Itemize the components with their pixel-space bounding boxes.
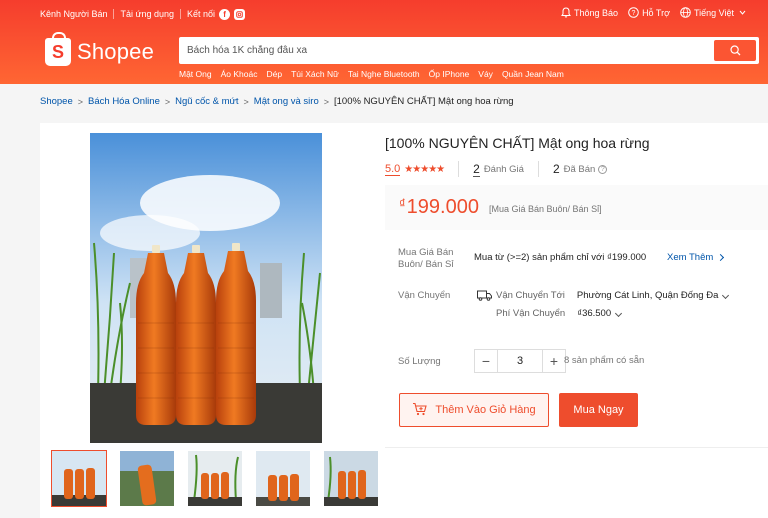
sold-count: 2 bbox=[552, 162, 560, 176]
chevron-right-icon: > bbox=[164, 96, 171, 107]
decrease-button[interactable]: − bbox=[474, 349, 498, 373]
chevron-right-icon bbox=[717, 253, 725, 262]
divider bbox=[537, 161, 539, 177]
see-more-link[interactable]: Xem Thêm bbox=[667, 252, 725, 263]
shipping-label: Vận Chuyển bbox=[398, 290, 451, 301]
add-to-cart-label: Thêm Vào Giỏ Hàng bbox=[435, 404, 536, 416]
stock-info: 8 sản phẩm có sẵn bbox=[564, 355, 645, 366]
truck-icon bbox=[477, 290, 492, 301]
shopping-bag-icon: S bbox=[45, 32, 71, 66]
breadcrumb-link[interactable]: Mật ong và siro bbox=[254, 96, 319, 107]
question-circle-icon: ? bbox=[628, 7, 639, 18]
reviews-count[interactable]: 2 bbox=[473, 162, 480, 177]
rating-value[interactable]: 5.0 bbox=[385, 163, 401, 176]
connect-label: Kết nối bbox=[187, 9, 216, 19]
product-title: [100% NGUYÊN CHẤT] Mật ong hoa rừng bbox=[385, 135, 650, 151]
ship-fee-row: Phí Vận Chuyển ₫36.500 bbox=[496, 308, 623, 319]
thumbnail-image[interactable] bbox=[51, 450, 107, 507]
sold-label: Đã Bán bbox=[563, 163, 596, 175]
suggestion-link[interactable]: Mật Ong bbox=[179, 69, 212, 79]
suggestion-link[interactable]: Dép bbox=[266, 69, 282, 79]
topbar: Kênh Người Bán Tải ứng dụng Kết nối f Th… bbox=[40, 7, 758, 21]
cart-plus-icon bbox=[412, 402, 428, 419]
suggestion-link[interactable]: Quần Jean Nam bbox=[502, 69, 564, 79]
thumbnail-image[interactable] bbox=[187, 450, 243, 507]
ship-to-value: Phường Cát Linh, Quận Đống Đa bbox=[576, 290, 719, 301]
search-button[interactable] bbox=[714, 40, 756, 61]
logo-text: Shopee bbox=[77, 39, 155, 64]
chevron-down-icon bbox=[722, 291, 730, 300]
product-price: ₫199.000 bbox=[399, 196, 479, 219]
ship-fee-value: ₫36.500 bbox=[577, 308, 612, 319]
price-value: 199.000 bbox=[406, 196, 479, 218]
thumbnail-image[interactable] bbox=[119, 450, 175, 507]
ship-to-row: Vận Chuyển Tới Phường Cát Linh, Quận Đốn… bbox=[477, 290, 730, 301]
header: Kênh Người Bán Tải ứng dụng Kết nối f Th… bbox=[0, 0, 768, 84]
search-input[interactable] bbox=[187, 42, 707, 59]
svg-text:?: ? bbox=[632, 10, 636, 17]
divider bbox=[113, 9, 115, 19]
divider bbox=[385, 447, 768, 448]
ship-to-label: Vận Chuyển Tới bbox=[496, 290, 565, 301]
product-card: [100% NGUYÊN CHẤT] Mật ong hoa rừng 5.0 … bbox=[40, 123, 768, 518]
breadcrumb-current: [100% NGUYÊN CHẤT] Mật ong hoa rừng bbox=[334, 96, 514, 107]
chevron-right-icon: > bbox=[323, 96, 329, 107]
see-more-label: Xem Thêm bbox=[667, 252, 714, 263]
chevron-right-icon: > bbox=[243, 96, 249, 107]
breadcrumb-link[interactable]: Shopee bbox=[40, 96, 73, 107]
quantity-input[interactable]: 3 bbox=[498, 349, 542, 373]
suggestion-link[interactable]: Ốp IPhone bbox=[429, 69, 470, 79]
search-bar bbox=[179, 37, 759, 64]
price-section: ₫199.000 [Mua Giá Bán Buôn/ Bán Sỉ] bbox=[385, 185, 768, 230]
quantity-stepper: − 3 + bbox=[474, 349, 566, 373]
chevron-down-icon bbox=[737, 7, 748, 18]
buy-now-button[interactable]: Mua Ngay bbox=[559, 393, 638, 427]
suggestion-link[interactable]: Tai Nghe Bluetooth bbox=[348, 69, 420, 79]
divider bbox=[458, 161, 460, 177]
wholesale-label: Mua Giá Bán Buôn/ Bán Sỉ bbox=[398, 247, 454, 270]
language-selector[interactable]: Tiếng Việt bbox=[680, 7, 748, 18]
globe-icon bbox=[680, 7, 691, 18]
breadcrumb-link[interactable]: Bách Hóa Online bbox=[88, 96, 160, 107]
language-label: Tiếng Việt bbox=[693, 7, 734, 18]
shopee-logo[interactable]: S Shopee bbox=[45, 32, 155, 66]
breadcrumb: Shopee > Bách Hóa Online > Ngũ cốc & mứt… bbox=[40, 96, 514, 107]
suggestion-link[interactable]: Áo Khoác bbox=[221, 69, 258, 79]
notifications-link[interactable]: Thông Báo bbox=[560, 7, 618, 18]
breadcrumb-link[interactable]: Ngũ cốc & mứt bbox=[175, 96, 238, 107]
help-label: Hỗ Trợ bbox=[642, 7, 670, 18]
wholesale-price-note: [Mua Giá Bán Buôn/ Bán Sỉ] bbox=[489, 204, 602, 214]
star-rating-icon: ★★★★★ bbox=[404, 163, 445, 175]
search-icon bbox=[729, 45, 740, 56]
instagram-icon[interactable] bbox=[234, 8, 246, 20]
download-app-link[interactable]: Tải ứng dụng bbox=[120, 9, 174, 19]
ship-fee-label: Phí Vận Chuyển bbox=[496, 308, 566, 319]
chevron-right-icon: > bbox=[77, 96, 84, 107]
product-main-image[interactable] bbox=[90, 133, 322, 443]
quantity-label: Số Lượng bbox=[398, 356, 441, 367]
increase-button[interactable]: + bbox=[542, 349, 566, 373]
notifications-label: Thông Báo bbox=[574, 7, 619, 18]
chevron-down-icon bbox=[615, 309, 623, 318]
help-link[interactable]: ? Hỗ Trợ bbox=[628, 7, 670, 18]
wholesale-offer: Mua từ (>=2) sản phẩm chỉ với ₫199.000 bbox=[474, 252, 647, 263]
topbar-right: Thông Báo ? Hỗ Trợ Tiếng Việt bbox=[560, 7, 748, 18]
ship-fee-selector[interactable]: ₫36.500 bbox=[577, 308, 623, 319]
ship-to-selector[interactable]: Phường Cát Linh, Quận Đống Đa bbox=[576, 290, 730, 301]
add-to-cart-button[interactable]: Thêm Vào Giỏ Hàng bbox=[399, 393, 549, 427]
search-suggestions: Mật Ong Áo Khoác Dép Túi Xách Nữ Tai Ngh… bbox=[179, 69, 564, 79]
currency-symbol: ₫ bbox=[399, 196, 406, 211]
thumbnail-image[interactable] bbox=[255, 450, 311, 507]
seller-center-link[interactable]: Kênh Người Bán bbox=[40, 9, 107, 19]
question-circle-icon[interactable]: ? bbox=[598, 164, 608, 174]
product-stats: 5.0 ★★★★★ 2 Đánh Giá 2 Đã Bán ? bbox=[385, 161, 608, 177]
divider bbox=[180, 9, 182, 19]
suggestion-link[interactable]: Túi Xách Nữ bbox=[291, 69, 339, 79]
reviews-label: Đánh Giá bbox=[483, 163, 524, 175]
suggestion-link[interactable]: Váy bbox=[478, 69, 493, 79]
bell-icon bbox=[560, 7, 571, 18]
thumbnail-image[interactable] bbox=[323, 450, 379, 507]
facebook-icon[interactable]: f bbox=[219, 8, 231, 20]
thumbnail-strip bbox=[51, 450, 379, 507]
